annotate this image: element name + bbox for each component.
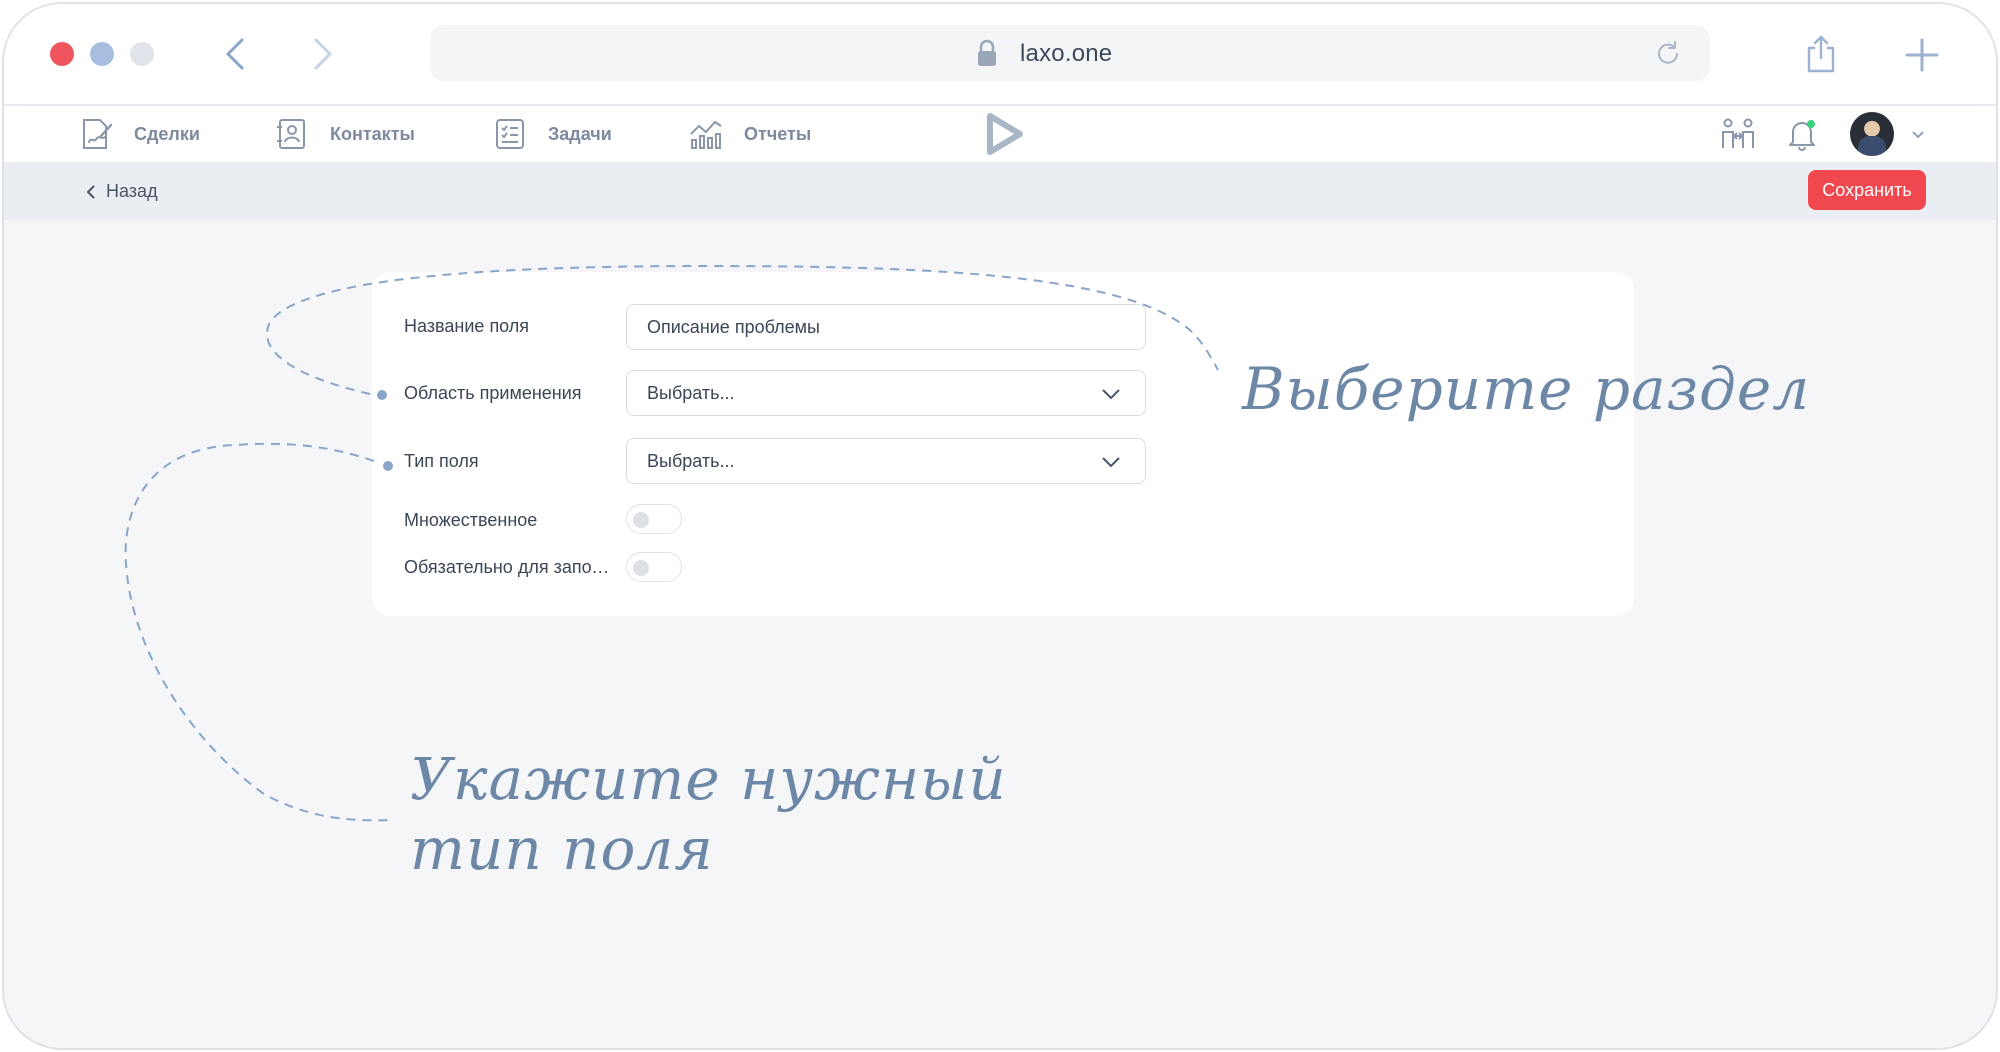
field-name-input[interactable]: Описание проблемы	[626, 304, 1146, 350]
browser-back-icon[interactable]	[216, 34, 256, 74]
page-header: Назад Сохранить	[4, 162, 1996, 220]
field-type-value: Выбрать...	[647, 450, 735, 471]
url-text: laxo.one	[1020, 40, 1113, 67]
browser-toolbar: laxo.one	[4, 4, 1996, 106]
field-type-select[interactable]: Выбрать...	[626, 438, 1146, 484]
lock-icon	[978, 39, 996, 66]
reload-icon[interactable]	[1654, 39, 1682, 67]
browser-forward-icon[interactable]	[302, 34, 342, 74]
share-icon[interactable]	[1804, 34, 1838, 74]
nav-item-tasks[interactable]: Задачи	[492, 116, 612, 152]
nav-label-contacts: Контакты	[330, 123, 415, 144]
contacts-icon	[277, 119, 305, 149]
back-label: Назад	[106, 181, 158, 201]
required-label: Обязательно для запол...	[404, 557, 614, 577]
multiple-label: Множественное	[404, 510, 538, 530]
type-hint-annotation-line1: Укажите нужный	[410, 745, 1007, 813]
team-icon[interactable]	[1720, 116, 1756, 152]
type-hint-annotation-line2: тип поля	[410, 815, 714, 883]
nav-item-reports[interactable]: Отчеты	[688, 116, 811, 152]
nav-label-deals: Сделки	[134, 123, 200, 144]
scope-select[interactable]: Выбрать...	[626, 370, 1146, 416]
field-name-value: Описание проблемы	[647, 316, 820, 337]
address-bar[interactable]: laxo.one	[430, 25, 1710, 81]
window-minimize-button[interactable]	[90, 42, 114, 66]
chevron-down-icon[interactable]	[1910, 126, 1926, 142]
chevron-down-icon	[1102, 457, 1120, 468]
chevron-down-icon	[1102, 389, 1120, 400]
nav-label-reports: Отчеты	[744, 123, 812, 144]
field-settings-card: Название поля Описание проблемы Область …	[372, 272, 1634, 616]
nav-item-deals[interactable]: Сделки	[78, 116, 200, 152]
required-toggle[interactable]	[626, 552, 682, 582]
scope-value: Выбрать...	[647, 382, 735, 403]
window-close-button[interactable]	[50, 42, 74, 66]
notification-bell-icon[interactable]	[1784, 116, 1820, 152]
save-button[interactable]: Сохранить	[1808, 170, 1926, 210]
window-maximize-button[interactable]	[130, 42, 154, 66]
scope-label: Область применения	[404, 383, 582, 403]
multiple-toggle[interactable]	[626, 504, 682, 534]
back-link[interactable]: Назад	[84, 181, 158, 202]
nav-item-contacts[interactable]: Контакты	[274, 116, 415, 152]
field-name-label: Название поля	[404, 316, 530, 336]
deals-icon	[83, 119, 113, 149]
tasks-icon	[496, 119, 524, 149]
browser-window: laxo.one Сделки Контакты Задачи Отчеты Н…	[2, 2, 1998, 1050]
section-hint-annotation: Выберите раздел	[1242, 355, 1811, 423]
new-tab-icon[interactable]	[1904, 37, 1940, 73]
user-avatar[interactable]	[1850, 112, 1894, 156]
nav-label-tasks: Задачи	[548, 123, 612, 144]
reports-icon	[690, 121, 722, 149]
chevron-left-icon	[86, 184, 95, 199]
laxo-logo-icon[interactable]	[984, 112, 1024, 156]
field-type-label: Тип поля	[404, 451, 479, 471]
app-navbar: Сделки Контакты Задачи Отчеты	[4, 106, 1996, 162]
